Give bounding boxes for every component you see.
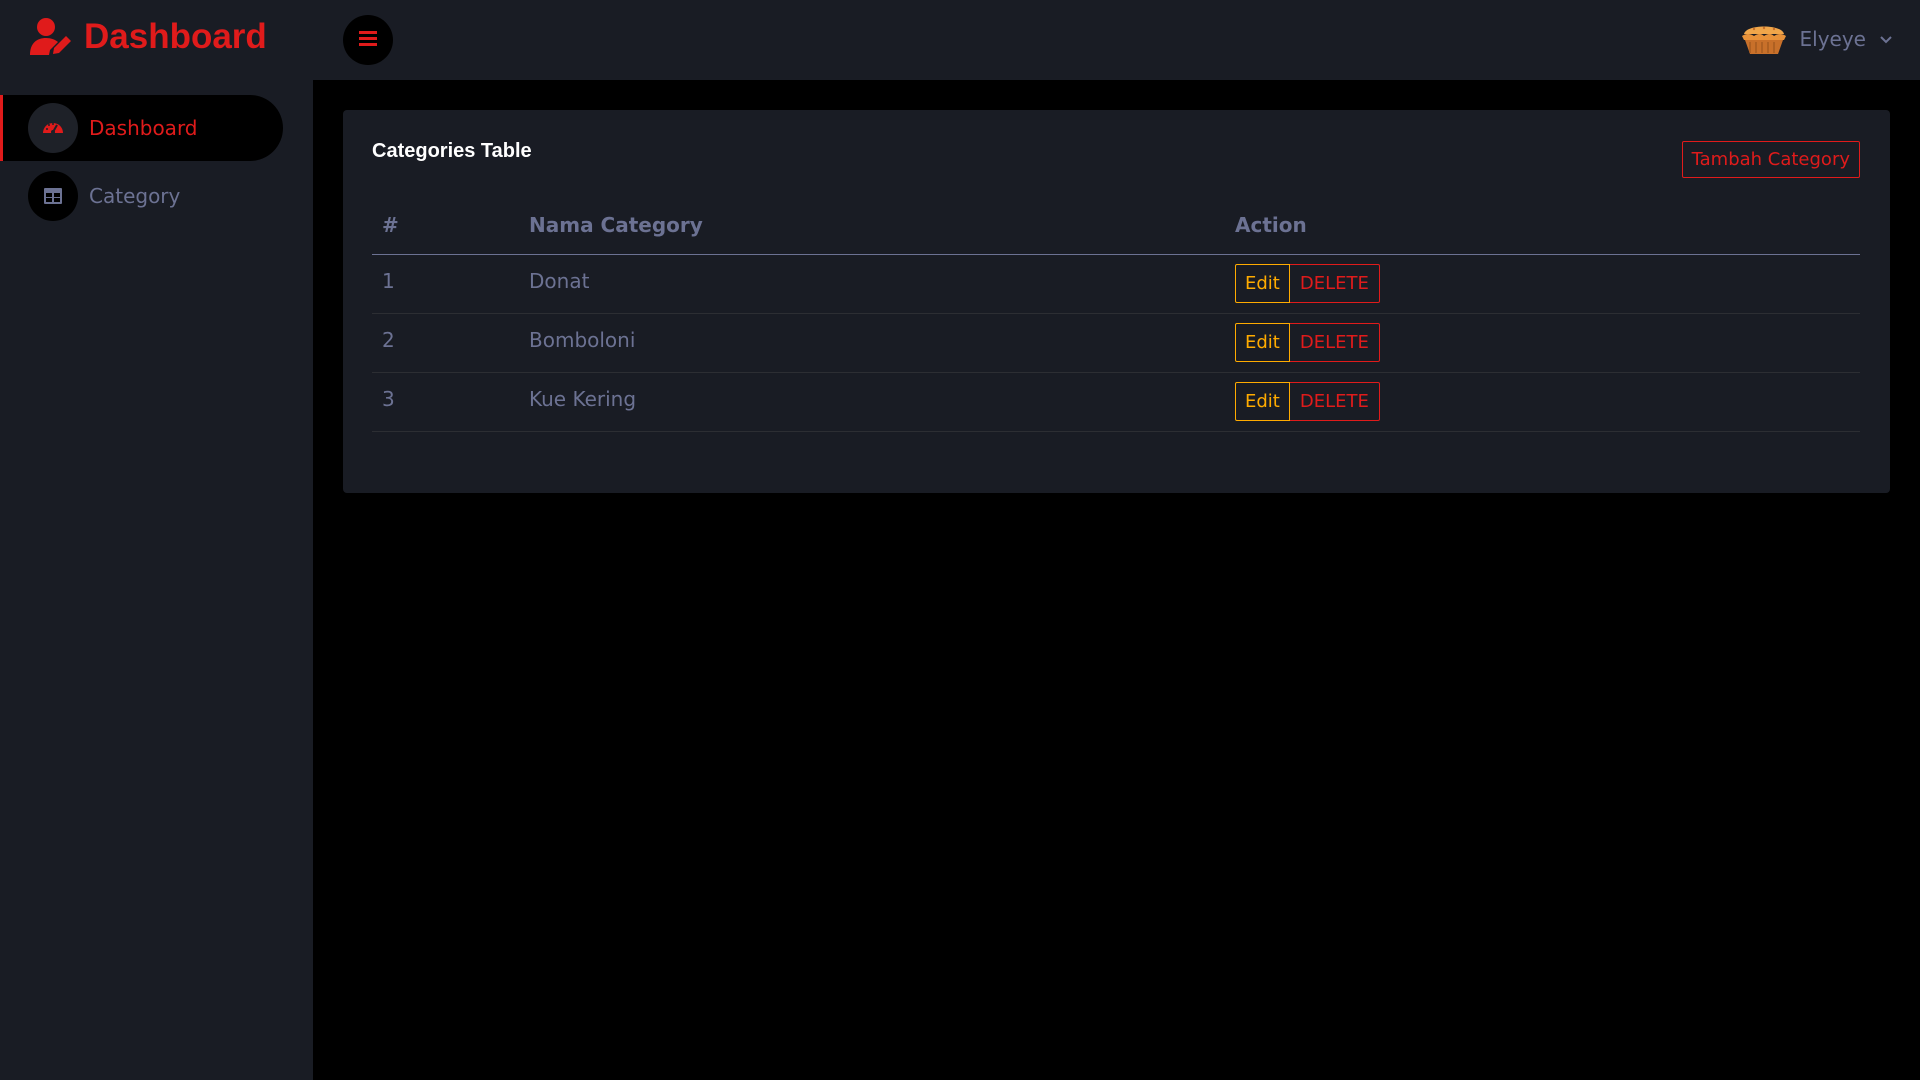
edit-button[interactable]: Edit [1235, 264, 1290, 303]
table-row: 1 Donat Edit DELETE [372, 254, 1860, 314]
cell-name: Kue Kering [519, 372, 1225, 432]
speedometer-icon [28, 103, 78, 153]
profile-dropdown[interactable]: Elyeye [1740, 16, 1894, 62]
action-button-group: Edit DELETE [1235, 382, 1380, 421]
edit-button[interactable]: Edit [1235, 323, 1290, 362]
user-edit-icon [28, 17, 74, 57]
sidebar-item-label: Dashboard [89, 116, 198, 140]
action-button-group: Edit DELETE [1235, 264, 1380, 303]
sidebar-nav: Dashboard Category [0, 95, 283, 231]
cell-name: Bomboloni [519, 313, 1225, 373]
add-category-button[interactable]: Tambah Category [1681, 141, 1860, 178]
cell-action: Edit DELETE [1225, 372, 1860, 432]
pie-avatar-icon [1740, 20, 1788, 58]
sidebar-item-category[interactable]: Category [0, 163, 283, 229]
cell-number: 1 [372, 254, 519, 314]
action-button-group: Edit DELETE [1235, 323, 1380, 362]
card-title: Categories Table [372, 140, 532, 162]
top-navbar: Elyeye [313, 0, 1920, 80]
sidebar-item-dashboard[interactable]: Dashboard [0, 95, 283, 161]
profile-name: Elyeye [1799, 27, 1866, 51]
brand-title: Dashboard [84, 17, 267, 56]
cell-action: Edit DELETE [1225, 254, 1860, 314]
menu-toggle-button[interactable] [343, 15, 393, 65]
column-header-number: # [372, 196, 519, 255]
categories-card: Categories Table Tambah Category # Nama … [343, 110, 1890, 493]
edit-button[interactable]: Edit [1235, 382, 1290, 421]
brand[interactable]: Dashboard [28, 14, 267, 60]
categories-table: # Nama Category Action 1 Donat Edit DELE… [372, 196, 1860, 432]
cell-number: 3 [372, 372, 519, 432]
table-icon [28, 171, 78, 221]
delete-button[interactable]: DELETE [1289, 323, 1380, 362]
table-header-row: # Nama Category Action [372, 196, 1860, 255]
delete-button[interactable]: DELETE [1289, 382, 1380, 421]
cell-number: 2 [372, 313, 519, 373]
sidebar: Dashboard Dashboard Category [0, 0, 313, 1080]
column-header-name: Nama Category [519, 196, 1225, 255]
delete-button[interactable]: DELETE [1289, 264, 1380, 303]
cell-name: Donat [519, 254, 1225, 314]
sidebar-item-label: Category [89, 184, 181, 208]
chevron-down-icon [1878, 31, 1894, 47]
table-row: 2 Bomboloni Edit DELETE [372, 313, 1860, 373]
hamburger-menu-icon [357, 27, 379, 54]
table-row: 3 Kue Kering Edit DELETE [372, 372, 1860, 432]
column-header-action: Action [1225, 196, 1860, 255]
cell-action: Edit DELETE [1225, 313, 1860, 373]
